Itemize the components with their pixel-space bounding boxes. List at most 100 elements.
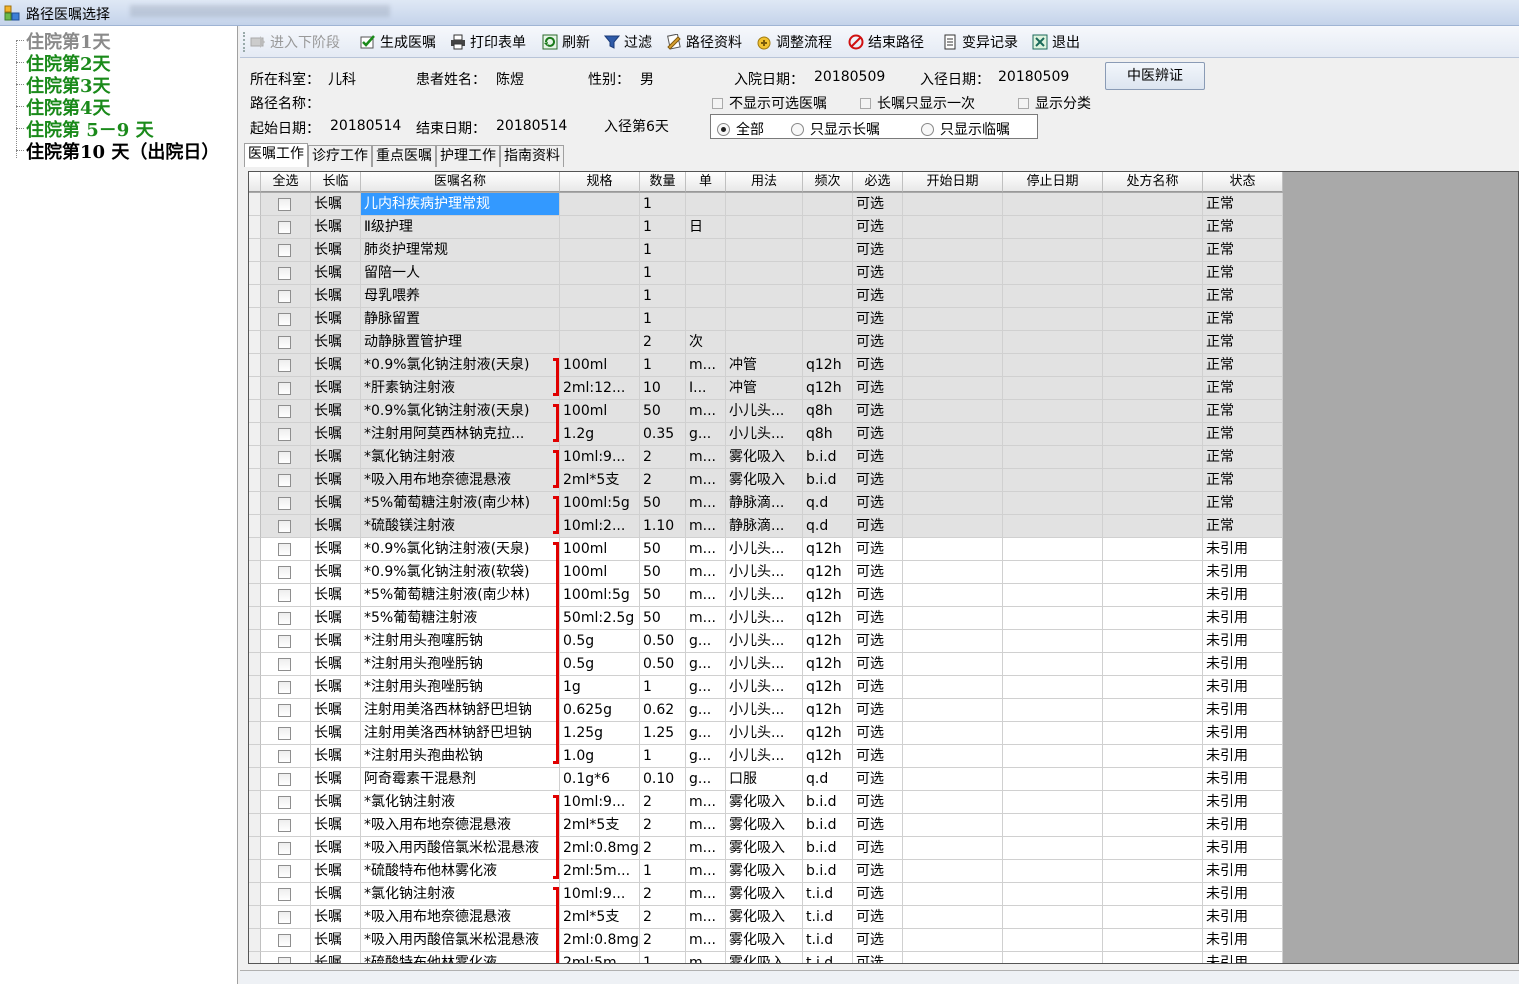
table-cell[interactable] <box>686 285 726 308</box>
table-cell[interactable]: 0.5g <box>560 630 640 653</box>
table-cell[interactable]: g... <box>686 653 726 676</box>
column-header[interactable]: 必选 <box>853 172 903 192</box>
table-cell[interactable]: 0.625g <box>560 699 640 722</box>
table-cell[interactable]: 长嘱 <box>311 722 361 745</box>
table-cell[interactable]: *5%葡萄糖注射液(南少林) <box>361 584 560 607</box>
table-cell[interactable] <box>903 699 1003 722</box>
row-checkbox[interactable] <box>278 842 291 855</box>
table-cell[interactable]: 正常 <box>1203 492 1283 515</box>
table-cell[interactable]: 雾化吸入 <box>726 814 803 837</box>
table-cell[interactable]: 小儿头... <box>726 584 803 607</box>
table-cell[interactable]: 雾化吸入 <box>726 929 803 952</box>
table-cell[interactable]: 雾化吸入 <box>726 469 803 492</box>
table-cell[interactable]: t.i.d <box>803 929 853 952</box>
table-cell[interactable]: m... <box>686 814 726 837</box>
table-cell[interactable]: 未引用 <box>1203 883 1283 906</box>
table-cell[interactable]: b.i.d <box>803 791 853 814</box>
table-cell[interactable]: *注射用阿莫西林钠克拉... <box>361 423 560 446</box>
table-cell[interactable] <box>903 561 1003 584</box>
table-row[interactable]: 长嘱 静脉留置 1 可选 正常 <box>249 308 1283 331</box>
row-checkbox[interactable] <box>278 796 291 809</box>
table-cell[interactable]: b.i.d <box>803 860 853 883</box>
table-row[interactable]: 长嘱 *注射用头孢唑肟钠 0.5g 0.50 g... 小儿头... q12h 可选 未引用 <box>249 653 1283 676</box>
table-cell[interactable]: 长嘱 <box>311 860 361 883</box>
table-row[interactable]: 长嘱 *氯化钠注射液 10ml:9... 2 m... 雾化吸入 b.i.d 可选 正常 <box>249 446 1283 469</box>
table-cell[interactable]: 可选 <box>853 745 903 768</box>
table-cell[interactable]: 长嘱 <box>311 492 361 515</box>
table-cell[interactable]: 小儿头... <box>726 699 803 722</box>
table-cell[interactable]: 未引用 <box>1203 929 1283 952</box>
table-cell[interactable] <box>903 423 1003 446</box>
table-cell[interactable]: 1 <box>640 308 686 331</box>
table-cell[interactable]: 可选 <box>853 676 903 699</box>
table-cell[interactable]: 2 <box>640 446 686 469</box>
row-header[interactable] <box>249 722 261 745</box>
table-cell[interactable] <box>726 331 803 354</box>
table-cell[interactable]: 长嘱 <box>311 446 361 469</box>
table-cell[interactable]: 1.2g <box>560 423 640 446</box>
table-cell[interactable]: m... <box>686 400 726 423</box>
table-cell[interactable]: 可选 <box>853 446 903 469</box>
column-header[interactable]: 开始日期 <box>903 172 1003 192</box>
table-cell[interactable] <box>903 538 1003 561</box>
table-cell[interactable] <box>1003 193 1103 216</box>
radio-long-only[interactable]: 只显示长嘱 <box>791 119 880 139</box>
table-cell[interactable]: 长嘱 <box>311 469 361 492</box>
table-cell[interactable] <box>803 308 853 331</box>
table-cell[interactable]: 口服 <box>726 768 803 791</box>
table-cell[interactable]: 0.50 <box>640 653 686 676</box>
table-cell[interactable]: 2ml:5m... <box>560 952 640 963</box>
table-cell[interactable]: 2 <box>640 837 686 860</box>
toolbar-button-filter[interactable]: 过滤 <box>603 32 652 52</box>
table-cell[interactable]: g... <box>686 768 726 791</box>
row-header[interactable] <box>249 952 261 963</box>
table-cell[interactable]: 阿奇霉素干混悬剂 <box>361 768 560 791</box>
table-cell[interactable]: 1 <box>640 262 686 285</box>
column-header[interactable]: 停止日期 <box>1003 172 1103 192</box>
toolbar-button-next-stage[interactable]: 进入下阶段 <box>250 32 340 52</box>
table-cell[interactable]: 长嘱 <box>311 791 361 814</box>
table-cell[interactable]: 小儿头... <box>726 676 803 699</box>
table-row[interactable]: 长嘱 *硫酸特布他林雾化液 2ml:5m... 1 m... 雾化吸入 t.i.d 可选 未引用 <box>249 952 1283 963</box>
row-checkbox[interactable] <box>278 566 291 579</box>
row-checkbox[interactable] <box>278 267 291 280</box>
table-cell[interactable] <box>726 308 803 331</box>
row-checkbox[interactable] <box>278 911 291 924</box>
table-row[interactable]: 长嘱 *0.9%氯化钠注射液(软袋) 100ml 50 m... 小儿头... q12h 可选… <box>249 561 1283 584</box>
table-cell[interactable]: 次 <box>686 331 726 354</box>
table-cell[interactable] <box>726 262 803 285</box>
table-cell[interactable] <box>560 262 640 285</box>
table-cell[interactable]: 可选 <box>853 193 903 216</box>
table-cell[interactable]: 50 <box>640 607 686 630</box>
table-cell[interactable] <box>1103 239 1203 262</box>
table-cell[interactable] <box>903 262 1003 285</box>
day-tree[interactable]: 住院第1天 住院第2天 住院第3天 住院第4天 住院第 5－9 天住院第10 天（出院日… <box>0 26 238 984</box>
table-cell[interactable] <box>903 906 1003 929</box>
table-cell[interactable]: 长嘱 <box>311 653 361 676</box>
table-cell[interactable]: m... <box>686 791 726 814</box>
table-cell[interactable]: 未引用 <box>1203 952 1283 963</box>
table-cell[interactable]: 0.62 <box>640 699 686 722</box>
row-header[interactable] <box>249 193 261 216</box>
table-row[interactable]: 长嘱 Ⅱ级护理 1 日 可选 正常 <box>249 216 1283 239</box>
row-checkbox[interactable] <box>278 405 291 418</box>
table-cell[interactable]: 1 <box>640 952 686 963</box>
column-header[interactable]: 处方名称 <box>1103 172 1203 192</box>
table-cell[interactable]: 长嘱 <box>311 837 361 860</box>
table-cell[interactable] <box>1103 216 1203 239</box>
row-header[interactable] <box>249 860 261 883</box>
table-cell[interactable] <box>903 722 1003 745</box>
table-cell[interactable]: *硫酸特布他林雾化液 <box>361 952 560 963</box>
table-cell[interactable] <box>1103 308 1203 331</box>
table-cell[interactable] <box>1103 331 1203 354</box>
table-cell[interactable]: 雾化吸入 <box>726 860 803 883</box>
table-cell[interactable] <box>1003 584 1103 607</box>
table-cell[interactable]: 长嘱 <box>311 745 361 768</box>
column-header[interactable]: 频次 <box>803 172 853 192</box>
table-cell[interactable]: 可选 <box>853 952 903 963</box>
checkbox-box[interactable] <box>1018 97 1029 109</box>
radio-all[interactable]: 全部 <box>717 119 764 139</box>
table-cell[interactable]: 正常 <box>1203 469 1283 492</box>
table-cell[interactable]: q12h <box>803 538 853 561</box>
table-cell[interactable]: b.i.d <box>803 837 853 860</box>
